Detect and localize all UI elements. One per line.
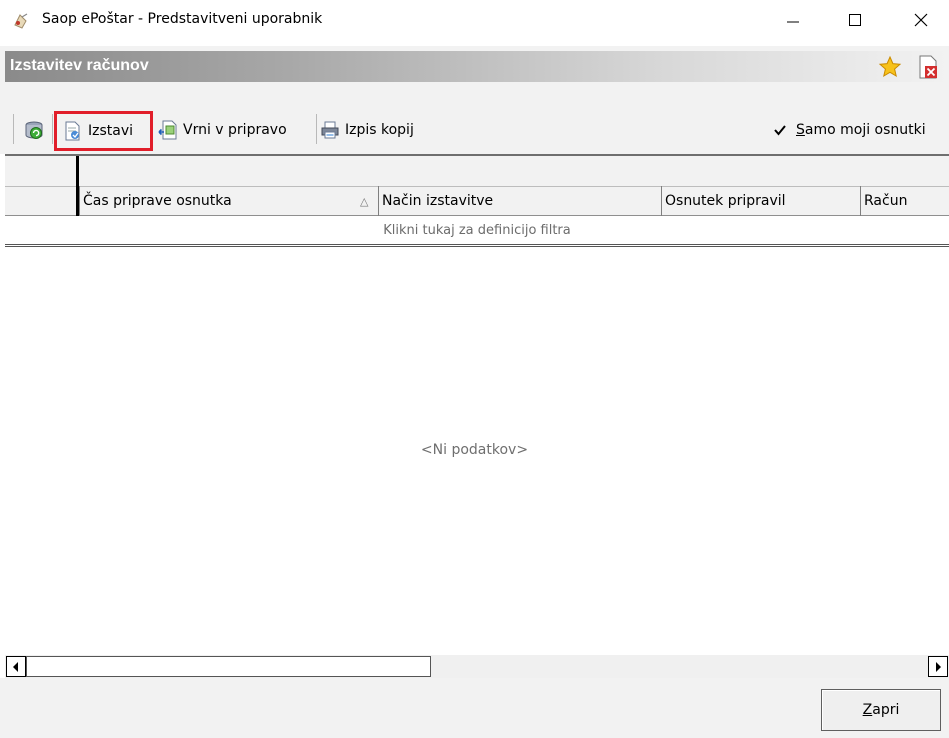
group-by-panel[interactable] (5, 157, 949, 185)
checkbox-box[interactable] (772, 123, 787, 138)
minimize-icon (787, 21, 799, 23)
checkmark-icon (773, 125, 786, 136)
scroll-right-button[interactable] (928, 656, 948, 677)
star-icon[interactable] (878, 55, 902, 79)
issue-document-icon (65, 121, 80, 141)
izpis-label: Izpis kopij (345, 122, 414, 138)
samo-moji-osnutki-checkbox[interactable]: Samo moji osnutki (772, 118, 926, 142)
refresh-icon (25, 121, 43, 139)
grid-top-border (5, 154, 949, 156)
refresh-button[interactable] (20, 115, 48, 145)
filter-hint: Klikni tukaj za definicijo filtra (383, 222, 571, 238)
app-icon (14, 13, 28, 29)
vrni-v-pripravo-button[interactable]: Vrni v pripravo (158, 115, 316, 145)
izstavi-button[interactable]: Izstavi (54, 111, 153, 151)
return-draft-icon (158, 120, 177, 140)
column-header-label: Način izstavitve (382, 193, 494, 209)
toolbar-separator (316, 114, 317, 144)
title-bar: Saop ePoštar - Predstavitveni uporabnik (0, 0, 949, 44)
arrow-right-icon (936, 661, 941, 672)
column-header-osnutek-pripravil[interactable]: Osnutek pripravil (661, 186, 860, 216)
scrollbar-thumb[interactable] (26, 656, 431, 677)
page-header: Izstavitev računov (0, 46, 949, 86)
sort-ascending-icon: △ (360, 195, 369, 208)
izpis-kopij-button[interactable]: Izpis kopij (320, 115, 430, 145)
filter-row-border (5, 244, 949, 247)
footer (0, 678, 949, 738)
filter-row[interactable]: Klikni tukaj za definicijo filtra (5, 216, 949, 244)
vrni-label: Vrni v pripravo (183, 122, 287, 138)
empty-grid-message: <Ni podatkov> (420, 442, 529, 458)
page-title: Izstavitev računov (10, 57, 149, 74)
column-header-label: Čas priprave osnutka (83, 193, 232, 209)
close-window-button[interactable] (898, 0, 944, 40)
maximize-button[interactable] (832, 0, 878, 40)
printer-icon (321, 121, 339, 139)
column-header-racun[interactable]: Račun (860, 186, 949, 216)
column-header-label: Račun (864, 193, 908, 209)
column-header-nacin-izstavitve[interactable]: Način izstavitve (378, 186, 661, 216)
scroll-left-button[interactable] (6, 656, 26, 677)
close-icon (914, 13, 928, 27)
column-header-cas-priprave[interactable]: Čas priprave osnutka (79, 186, 378, 216)
izstavi-label: Izstavi (88, 123, 134, 139)
main-window: Saop ePoštar - Predstavitveni uporabnik … (0, 0, 949, 738)
zapri-button[interactable]: Zapri (821, 689, 941, 731)
arrow-left-icon (13, 661, 18, 672)
toolbar-separator (52, 114, 53, 144)
minimize-button[interactable] (770, 0, 816, 40)
toolbar-separator (13, 114, 14, 144)
checkbox-label: Samo moji osnutki (796, 122, 926, 138)
maximize-icon (849, 14, 861, 26)
document-close-icon[interactable] (917, 55, 939, 79)
zapri-label: Zapri (862, 702, 900, 718)
window-title: Saop ePoštar - Predstavitveni uporabnik (42, 11, 323, 27)
column-header-label: Osnutek pripravil (665, 193, 786, 209)
